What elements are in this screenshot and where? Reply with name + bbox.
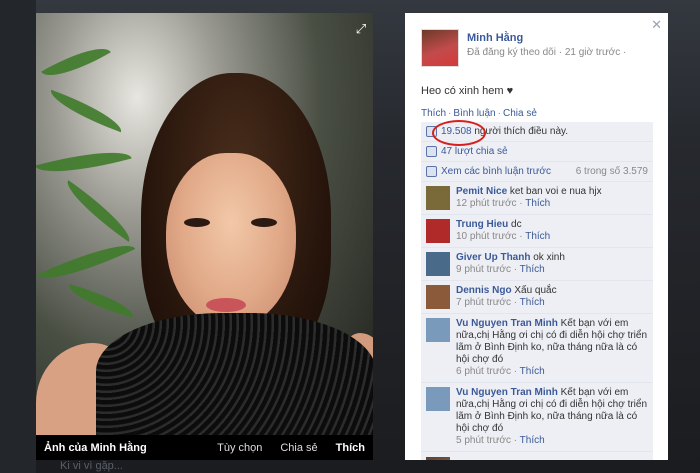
close-icon[interactable]: ✕ [651,17,662,33]
share-icon [426,146,437,157]
comment-text: Xấu quắc [514,285,557,296]
comment-body: Giver Up Thanh ok xinh 9 phút trước · Thí… [456,252,565,276]
comment-time: 6 phút trước [456,366,511,377]
comment-like-link[interactable]: Thích [525,198,550,209]
like-button[interactable]: Thích [336,442,365,454]
commenter-name[interactable]: Giver Up Thanh [456,252,530,263]
comment-body: Pemit Nice ket ban voi e nua hjx 12 phút … [456,186,602,210]
likes-count-highlight: 19.508 [432,120,486,146]
comment-item: Vu Nguyen Tran Minh Kết bạn với em nữa,c… [421,383,653,452]
options-button[interactable]: Tùy chọn [217,442,262,454]
comments-count: 6 trong số 3.579 [575,166,648,177]
post-text: Heo có xinh hem ♥ [421,85,514,97]
comment-text: ok xinh [533,252,565,263]
comment-item: Dennis Ngo Xấu quắc 7 phút trước · Thích [421,281,653,314]
likes-text: người thích điều này. [474,126,569,137]
commenter-avatar[interactable] [426,252,450,276]
post-comment-link[interactable]: Bình luận [453,108,495,119]
comment-item: Giver Up Thanh ok xinh 9 phút trước · Thí… [421,248,653,281]
post-share-link[interactable]: Chia sẻ [503,108,537,119]
comment-like-link[interactable]: Thích [520,366,545,377]
viewer-avatar [426,457,450,460]
comment-icon [426,166,437,177]
commenter-name[interactable]: Vu Nguyen Tran Minh [456,318,558,329]
comment-meta: 12 phút trước · Thích [456,198,551,209]
comment-meta: 5 phút trước · Thích [456,435,545,446]
photo[interactable]: ⤢ [36,13,373,435]
comment-body: Vu Nguyen Tran Minh Kết bạn với em nữa,c… [456,387,648,447]
comment-time: 7 phút trước [456,297,511,308]
comment-like-link[interactable]: Thích [520,264,545,275]
post-actions: Thích · Bình luận · Chia sẻ [421,108,537,119]
commenter-name[interactable]: Trung Hieu [456,219,508,230]
likes-count-link[interactable]: 19.508 [441,126,472,137]
share-button[interactable]: Chia sẻ [280,442,317,454]
comment-composer [421,452,653,460]
expand-icon[interactable]: ⤢ [353,21,369,37]
commenter-avatar[interactable] [426,186,450,210]
comment-meta: 7 phút trước · Thích [456,297,545,308]
photo-action-bar: Ảnh của Minh Hằng Tùy chọn Chia sẻ Thích [36,435,373,460]
comment-like-link[interactable]: Thích [525,231,550,242]
likes-row: 19.508 người thích điều này. [421,120,653,146]
shares-link[interactable]: 47 lượt chia sẻ [441,146,508,157]
feedback-box: 19.508 người thích điều này. 47 lượt chi… [421,120,653,460]
photo-caption[interactable]: Ảnh của Minh Hằng [44,442,199,454]
comment-item: Vu Nguyen Tran Minh Kết bạn với em nữa,c… [421,314,653,383]
commenter-avatar[interactable] [426,318,450,342]
comment-time: 10 phút trước [456,231,517,242]
comment-text: ket ban voi e nua hjx [509,186,602,197]
comment-text: dc [511,219,522,230]
comment-meta: 9 phút trước · Thích [456,264,545,275]
commenter-name[interactable]: Pemit Nice [456,186,507,197]
author-name[interactable]: Minh Hằng [467,32,626,44]
commenter-name[interactable]: Vu Nguyen Tran Minh [456,387,558,398]
author-header: Minh Hằng Đã đăng ký theo dõi · 21 giờ t… [421,29,626,67]
commenter-avatar[interactable] [426,219,450,243]
comment-like-link[interactable]: Thích [520,297,545,308]
background-text: Ki vi vì gặp... [60,460,123,472]
post-like-link[interactable]: Thích [421,108,446,119]
comment-body: Dennis Ngo Xấu quắc 7 phút trước · Thích [456,285,557,309]
comment-item: Pemit Nice ket ban voi e nua hjx 12 phút … [421,182,653,215]
comment-meta: 10 phút trước · Thích [456,231,551,242]
author-avatar[interactable] [421,29,459,67]
author-meta: Đã đăng ký theo dõi · 21 giờ trước · [467,47,627,58]
comment-time: 5 phút trước [456,435,511,446]
photo-details-panel: ✕ Minh Hằng Đã đăng ký theo dõi · 21 giờ… [405,13,668,460]
view-comments-row: Xem các bình luận trước 6 trong số 3.579 [421,162,653,182]
photo-stage: ⤢ Ảnh của Minh Hằng Tùy chọn Chia sẻ Thí… [36,13,373,460]
comment-list: Pemit Nice ket ban voi e nua hjx 12 phút … [421,182,653,452]
comment-body: Vu Nguyen Tran Minh Kết bạn với em nữa,c… [456,318,648,378]
background-strip [0,0,36,473]
commenter-avatar[interactable] [426,387,450,411]
comment-body: Trung Hieu dc 10 phút trước · Thích [456,219,550,243]
comment-time: 12 phút trước [456,198,517,209]
comment-item: Trung Hieu dc 10 phút trước · Thích [421,215,653,248]
view-previous-comments-link[interactable]: Xem các bình luận trước [441,166,551,177]
commenter-avatar[interactable] [426,285,450,309]
comment-like-link[interactable]: Thích [520,435,545,446]
comment-meta: 6 phút trước · Thích [456,366,545,377]
commenter-name[interactable]: Dennis Ngo [456,285,512,296]
comment-time: 9 phút trước [456,264,511,275]
